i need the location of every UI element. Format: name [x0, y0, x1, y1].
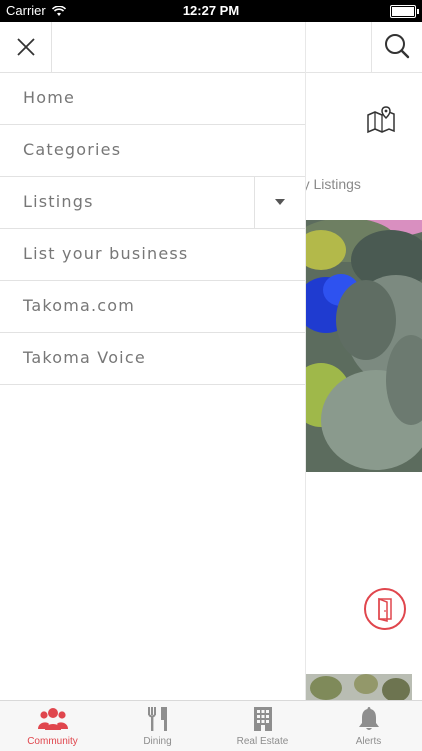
tab-bar: Community Dining Real Estate Alerts: [0, 700, 422, 751]
tab-alerts[interactable]: Alerts: [315, 701, 422, 751]
caret-down-icon: [275, 199, 285, 205]
trees-photo: [306, 674, 412, 700]
people-icon: [0, 706, 105, 734]
tab-community[interactable]: Community: [0, 701, 105, 751]
drawer-header: [0, 22, 305, 73]
menu-item-listings[interactable]: Listings: [0, 177, 305, 229]
menu-item-home[interactable]: Home: [0, 73, 305, 125]
menu-item-label: Categories: [23, 140, 122, 159]
map-pin-icon: [367, 106, 395, 134]
battery-icon: [390, 5, 419, 18]
close-button[interactable]: [0, 22, 52, 72]
status-bar: Carrier 12:27 PM: [0, 0, 422, 22]
menu-item-label: Takoma.com: [23, 296, 136, 315]
clock: 12:27 PM: [182, 3, 240, 18]
close-icon: [17, 38, 35, 56]
menu-item-takoma-com[interactable]: Takoma.com: [0, 281, 305, 333]
hero-image[interactable]: [306, 220, 422, 472]
listing-thumbnail[interactable]: [306, 674, 412, 700]
menu-item-label: List your business: [23, 244, 189, 263]
door-icon: [378, 597, 392, 622]
tab-label: Community: [27, 736, 78, 747]
menu-item-label: Takoma Voice: [23, 348, 146, 367]
tab-label: Alerts: [355, 736, 382, 747]
side-drawer: Home Categories Listings List your busin…: [0, 22, 306, 700]
fork-knife-icon: [105, 706, 210, 734]
tab-dining[interactable]: Dining: [105, 701, 210, 751]
bell-icon: [315, 706, 422, 734]
tab-real-estate[interactable]: Real Estate: [210, 701, 315, 751]
watermelons-photo: [306, 220, 422, 472]
drawer-menu: Home Categories Listings List your busin…: [0, 73, 305, 385]
menu-item-list-your-business[interactable]: List your business: [0, 229, 305, 281]
door-button[interactable]: [364, 588, 406, 630]
search-icon: [385, 34, 410, 59]
tab-label: Real Estate: [236, 736, 289, 747]
map-button[interactable]: [366, 105, 396, 135]
listings-expand-button[interactable]: [254, 177, 305, 228]
search-button[interactable]: [371, 22, 422, 72]
building-icon: [210, 706, 315, 734]
menu-item-takoma-voice[interactable]: Takoma Voice: [0, 333, 305, 385]
menu-item-categories[interactable]: Categories: [0, 125, 305, 177]
tab-label: Dining: [143, 736, 172, 747]
menu-item-label: Home: [23, 88, 76, 107]
menu-item-label: Listings: [23, 192, 94, 211]
